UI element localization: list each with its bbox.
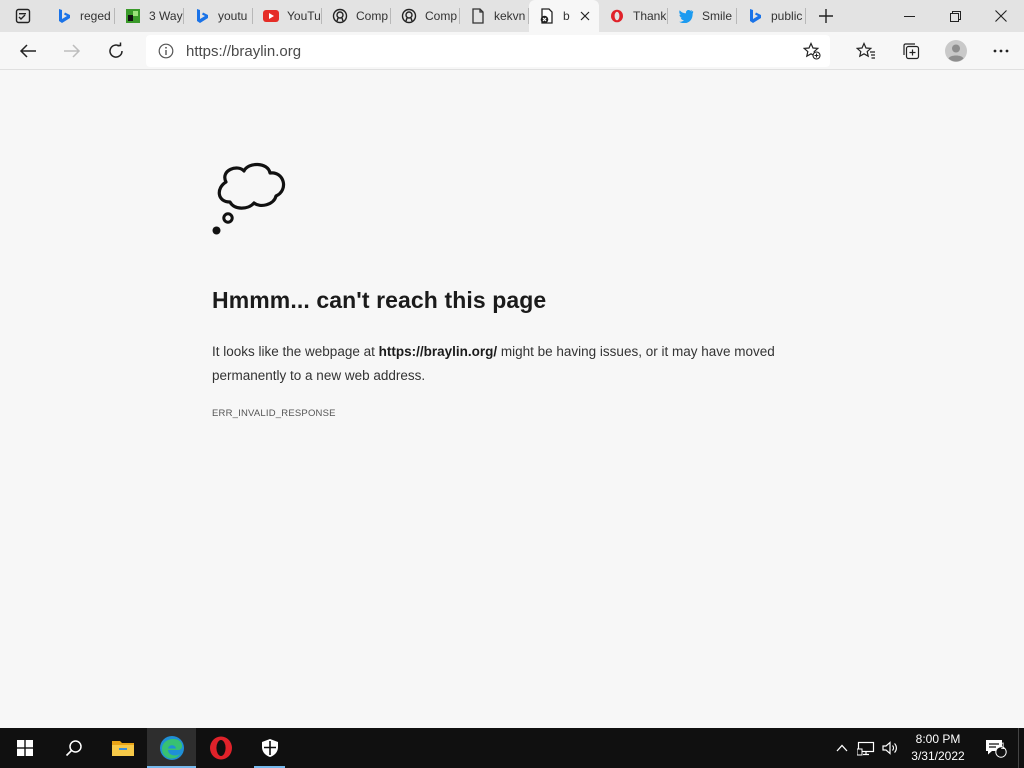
system-tray: 8:00 PM 3/31/2022 1 (830, 728, 1024, 768)
tab[interactable]: Smile (668, 0, 737, 32)
bing-icon (747, 8, 763, 24)
start-button[interactable] (0, 728, 49, 768)
error-code: ERR_INVALID_RESPONSE (212, 408, 336, 419)
bing-icon (56, 8, 72, 24)
thought-cloud-icon (212, 162, 286, 235)
tab[interactable]: kekvn (460, 0, 529, 32)
tab[interactable]: Thank (599, 0, 668, 32)
tab-title: Comp (425, 9, 458, 23)
tab[interactable]: YouTu (253, 0, 322, 32)
network-button[interactable] (854, 728, 878, 768)
taskbar-file-explorer[interactable] (98, 728, 147, 768)
bing-icon (194, 8, 210, 24)
more-icon (993, 49, 1009, 53)
youtube-icon (263, 8, 279, 24)
back-button[interactable] (6, 32, 50, 70)
chevron-up-icon (836, 744, 848, 752)
url-text[interactable]: https://braylin.org (186, 43, 794, 60)
close-window-button[interactable] (978, 0, 1024, 32)
refresh-button[interactable] (94, 32, 138, 70)
search-icon (65, 740, 82, 757)
tab-title: Comp (356, 9, 389, 23)
restore-button[interactable] (932, 0, 978, 32)
clock[interactable]: 8:00 PM 3/31/2022 (902, 731, 974, 765)
clock-date: 3/31/2022 (911, 749, 965, 763)
collections-button[interactable] (888, 32, 933, 70)
tab-title: Smile (702, 9, 733, 23)
page-icon (470, 8, 486, 24)
forward-button[interactable] (50, 32, 94, 70)
page-title: Hmmm... can't reach this page (212, 287, 547, 313)
plus-icon (819, 9, 833, 23)
tab-title: b (563, 9, 570, 23)
desc-url: https://braylin.org/ (378, 344, 498, 359)
green-tile-icon (125, 8, 141, 24)
tab[interactable]: youtu (184, 0, 253, 32)
settings-menu-button[interactable] (978, 32, 1024, 70)
shield-icon (261, 739, 278, 757)
twitter-icon (678, 8, 694, 24)
tab-title: Thank (633, 9, 667, 23)
favorites-icon (855, 42, 875, 59)
action-center-button[interactable]: 1 (974, 728, 1018, 768)
tab-title: kekvn (494, 9, 526, 23)
browser-toolbar: https://braylin.org (0, 32, 1024, 70)
minimize-button[interactable] (886, 0, 932, 32)
tab[interactable]: public (737, 0, 806, 32)
toolbar-right (843, 32, 1024, 70)
clock-time: 8:00 PM (915, 732, 961, 746)
tab[interactable]: reged (46, 0, 115, 32)
taskbar: 8:00 PM 3/31/2022 1 (0, 728, 1024, 768)
tab-actions-button[interactable] (0, 0, 46, 32)
profile-button[interactable] (933, 32, 978, 70)
github-icon (401, 8, 417, 24)
tab-active[interactable]: b (529, 0, 599, 32)
show-desktop-button[interactable] (1018, 728, 1024, 768)
opera-icon (609, 8, 625, 24)
address-bar[interactable]: https://braylin.org (146, 35, 830, 67)
tab-title: reged (80, 9, 111, 23)
folder-icon (111, 741, 134, 756)
search-button[interactable] (49, 728, 98, 768)
refresh-icon (109, 42, 123, 58)
arrow-right-icon (64, 43, 81, 58)
close-tab-icon[interactable] (577, 8, 593, 24)
minimize-icon (903, 15, 915, 17)
restore-icon (949, 10, 961, 22)
new-tab-button[interactable] (806, 0, 846, 32)
tab-title: 3 Way (149, 9, 183, 23)
tab-strip-drag-area[interactable] (846, 0, 886, 32)
windows-icon (16, 740, 33, 756)
arrow-left-icon (19, 43, 36, 58)
network-icon (857, 741, 875, 756)
tab[interactable]: 3 Way (115, 0, 184, 32)
taskbar-opera[interactable] (196, 728, 245, 768)
tab-strip: reged 3 Way youtu YouTu Comp Comp kekvn … (0, 0, 1024, 32)
error-description: It looks like the webpage at https://bra… (212, 340, 812, 388)
tab[interactable]: Comp (322, 0, 391, 32)
taskbar-edge[interactable] (147, 728, 196, 768)
show-hidden-icons[interactable] (830, 728, 854, 768)
notification-count: 1 (1000, 741, 1006, 751)
close-icon (995, 10, 1007, 22)
edge-icon (159, 736, 184, 760)
github-icon (332, 8, 348, 24)
tab-actions-icon (15, 8, 31, 24)
add-favorite-icon[interactable] (794, 42, 830, 60)
speaker-icon (882, 741, 897, 755)
collections-icon (902, 43, 919, 60)
error-page: Hmmm... can't reach this page It looks l… (212, 160, 812, 419)
favorites-button[interactable] (843, 32, 888, 70)
opera-icon (209, 736, 232, 760)
tab-title: YouTu (287, 9, 321, 23)
volume-button[interactable] (878, 728, 902, 768)
tab-title: youtu (218, 9, 248, 23)
tab[interactable]: Comp (391, 0, 460, 32)
error-page-icon (539, 8, 555, 24)
tab-title: public (771, 9, 803, 23)
info-icon[interactable] (146, 43, 186, 59)
avatar-icon (944, 40, 967, 62)
desc-prefix: It looks like the webpage at (212, 344, 379, 359)
taskbar-security[interactable] (245, 728, 294, 768)
